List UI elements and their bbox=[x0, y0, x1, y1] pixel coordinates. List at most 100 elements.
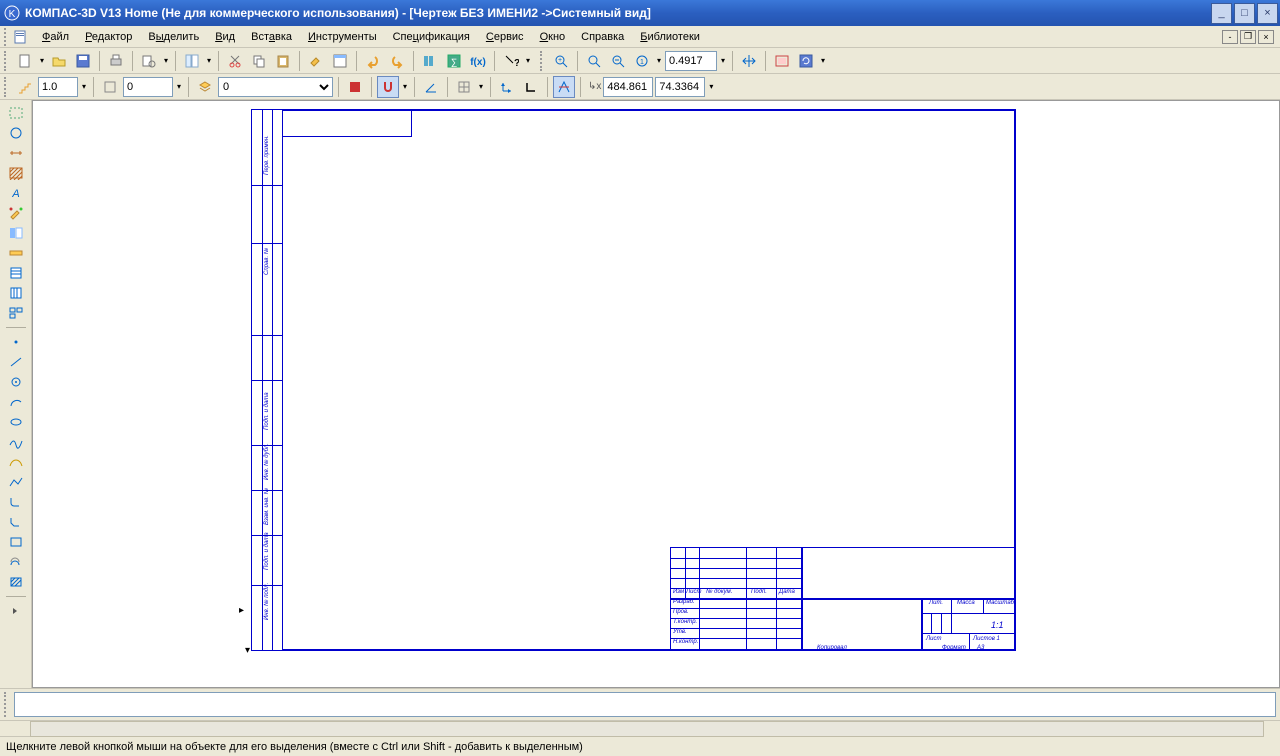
coord-y-input[interactable] bbox=[655, 77, 705, 97]
local-cs-button[interactable] bbox=[496, 76, 518, 98]
step-toggle-button[interactable] bbox=[14, 76, 36, 98]
layer-dropdown[interactable]: ▾ bbox=[175, 82, 183, 91]
refresh-dropdown[interactable]: ▾ bbox=[819, 56, 827, 65]
variables-button[interactable]: ∑ bbox=[443, 50, 465, 72]
paste-button[interactable] bbox=[272, 50, 294, 72]
snap-dropdown[interactable]: ▾ bbox=[401, 82, 409, 91]
grip[interactable] bbox=[4, 51, 10, 71]
grip[interactable] bbox=[4, 692, 10, 717]
open-button[interactable] bbox=[48, 50, 70, 72]
zoom-out-button[interactable] bbox=[607, 50, 629, 72]
expand-button[interactable] bbox=[4, 602, 28, 620]
step-dropdown[interactable]: ▾ bbox=[80, 82, 88, 91]
menu-editor[interactable]: Редактор bbox=[77, 29, 140, 45]
menu-tools[interactable]: Инструменты bbox=[300, 29, 385, 45]
preview-dropdown[interactable]: ▾ bbox=[162, 56, 170, 65]
pan-button[interactable] bbox=[738, 50, 760, 72]
format-painter-button[interactable] bbox=[305, 50, 327, 72]
horizontal-scrollbar[interactable] bbox=[30, 721, 1264, 737]
view-state-button[interactable] bbox=[99, 76, 121, 98]
properties-panel-button[interactable] bbox=[329, 50, 351, 72]
new-button[interactable] bbox=[14, 50, 36, 72]
views-tool-button[interactable] bbox=[4, 304, 28, 322]
dimension-tool-button[interactable] bbox=[4, 144, 28, 162]
hatch-tool-button[interactable] bbox=[4, 164, 28, 182]
close-button[interactable]: × bbox=[1257, 3, 1278, 24]
refresh-button[interactable] bbox=[795, 50, 817, 72]
print-button[interactable] bbox=[105, 50, 127, 72]
polyline-button[interactable] bbox=[4, 473, 28, 491]
copy-button[interactable] bbox=[248, 50, 270, 72]
grip[interactable] bbox=[4, 77, 10, 97]
coord-x-input[interactable] bbox=[603, 77, 653, 97]
line-button[interactable] bbox=[4, 353, 28, 371]
circle-button[interactable] bbox=[4, 373, 28, 391]
layers-button[interactable] bbox=[194, 76, 216, 98]
hatch-fill-button[interactable] bbox=[4, 573, 28, 591]
fillet-button[interactable] bbox=[4, 493, 28, 511]
geometry-tool-button[interactable] bbox=[4, 124, 28, 142]
select-tool-button[interactable] bbox=[4, 104, 28, 122]
menu-libs[interactable]: Библиотеки bbox=[632, 29, 708, 45]
grip[interactable] bbox=[540, 51, 546, 71]
zoom-value-dropdown[interactable]: ▾ bbox=[719, 56, 727, 65]
undo-button[interactable] bbox=[362, 50, 384, 72]
equidistant-button[interactable] bbox=[4, 553, 28, 571]
coord-dropdown[interactable]: ▾ bbox=[707, 82, 715, 91]
angle-button[interactable] bbox=[420, 76, 442, 98]
ellipse-button[interactable] bbox=[4, 413, 28, 431]
mdi-minimize-button[interactable]: - bbox=[1222, 30, 1238, 44]
help-dropdown[interactable]: ▾ bbox=[524, 56, 532, 65]
maximize-button[interactable]: □ bbox=[1234, 3, 1255, 24]
spec-tool-button[interactable] bbox=[4, 264, 28, 282]
redo-button[interactable] bbox=[386, 50, 408, 72]
point-button[interactable] bbox=[4, 333, 28, 351]
minimize-button[interactable]: _ bbox=[1211, 3, 1232, 24]
properties-button[interactable] bbox=[181, 50, 203, 72]
menu-insert[interactable]: Вставка bbox=[243, 29, 300, 45]
function-button[interactable]: f(x) bbox=[467, 50, 489, 72]
text-tool-button[interactable]: A bbox=[4, 184, 28, 202]
library-manager-button[interactable] bbox=[419, 50, 441, 72]
chamfer-button[interactable] bbox=[4, 513, 28, 531]
menu-view[interactable]: Вид bbox=[207, 29, 243, 45]
snap-toggle-button[interactable] bbox=[377, 76, 399, 98]
menu-select[interactable]: Выделить bbox=[140, 29, 207, 45]
stop-button[interactable] bbox=[344, 76, 366, 98]
zoom-fit-button[interactable] bbox=[771, 50, 793, 72]
round-button[interactable] bbox=[553, 76, 575, 98]
step-input[interactable] bbox=[38, 77, 78, 97]
layer-input[interactable] bbox=[123, 77, 173, 97]
new-dropdown[interactable]: ▾ bbox=[38, 56, 46, 65]
mdi-close-button[interactable]: × bbox=[1258, 30, 1274, 44]
spline-button[interactable] bbox=[4, 433, 28, 451]
menu-file[interactable]: Файл bbox=[34, 29, 77, 45]
zoom-value-input[interactable] bbox=[665, 51, 717, 71]
edit-tool-button[interactable] bbox=[4, 204, 28, 222]
command-input[interactable] bbox=[14, 692, 1276, 717]
zoom-scale-dropdown[interactable]: ▾ bbox=[655, 56, 663, 65]
drawing-canvas[interactable]: Инв. № подл. Подп. и дата Взам. инв. № И… bbox=[32, 100, 1280, 688]
cut-button[interactable] bbox=[224, 50, 246, 72]
rectangle-button[interactable] bbox=[4, 533, 28, 551]
zoom-window-button[interactable]: + bbox=[550, 50, 572, 72]
menu-window[interactable]: Окно bbox=[532, 29, 574, 45]
preview-button[interactable] bbox=[138, 50, 160, 72]
ortho-button[interactable] bbox=[520, 76, 542, 98]
measure-tool-button[interactable] bbox=[4, 244, 28, 262]
style-select[interactable]: 0 bbox=[218, 77, 333, 97]
menu-service[interactable]: Сервис bbox=[478, 29, 532, 45]
params-tool-button[interactable] bbox=[4, 224, 28, 242]
save-button[interactable] bbox=[72, 50, 94, 72]
grid-dropdown[interactable]: ▾ bbox=[477, 82, 485, 91]
zoom-scale-button[interactable]: 1 bbox=[631, 50, 653, 72]
help-context-button[interactable]: ? bbox=[500, 50, 522, 72]
bezier-button[interactable] bbox=[4, 453, 28, 471]
zoom-in-button[interactable] bbox=[583, 50, 605, 72]
menu-help[interactable]: Справка bbox=[573, 29, 632, 45]
reports-tool-button[interactable] bbox=[4, 284, 28, 302]
menu-spec[interactable]: Спецификация bbox=[385, 29, 478, 45]
mdi-restore-button[interactable]: ❐ bbox=[1240, 30, 1256, 44]
arc-button[interactable] bbox=[4, 393, 28, 411]
properties-dropdown[interactable]: ▾ bbox=[205, 56, 213, 65]
